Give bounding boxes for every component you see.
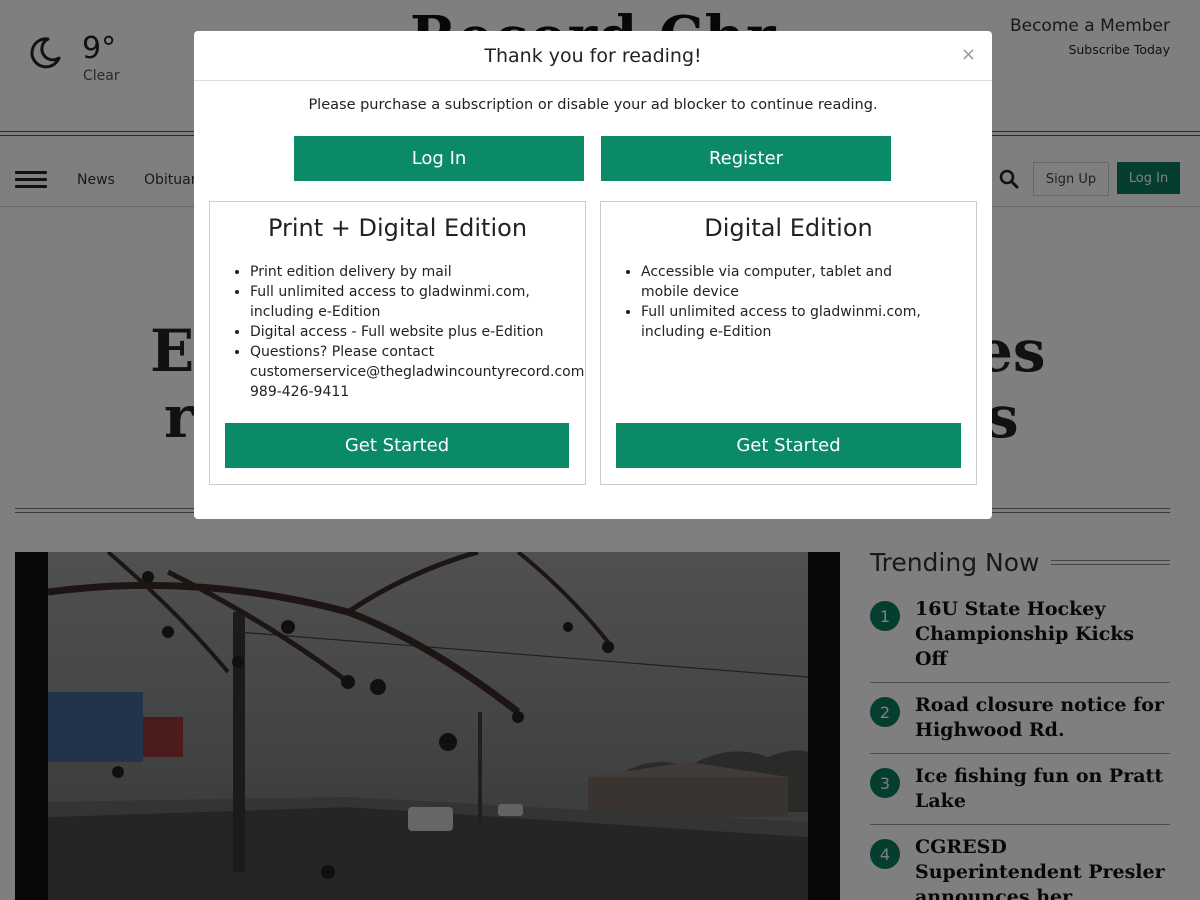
- register-button[interactable]: Register: [601, 136, 891, 181]
- plan-features: Accessible via computer, tablet and mobi…: [601, 262, 941, 342]
- log-in-button[interactable]: Log In: [294, 136, 584, 181]
- plan-digital: Digital Edition Accessible via computer,…: [600, 201, 977, 485]
- plan-feature: Accessible via computer, tablet and mobi…: [641, 262, 941, 302]
- subscription-modal: Thank you for reading! × Please purchase…: [194, 31, 992, 519]
- modal-title: Thank you for reading!: [194, 31, 992, 81]
- modal-message: Please purchase a subscription or disabl…: [308, 97, 878, 113]
- plan-feature: Digital access - Full website plus e-Edi…: [250, 322, 585, 342]
- plan-feature: Print edition delivery by mail: [250, 262, 585, 282]
- get-started-button[interactable]: Get Started: [225, 423, 569, 468]
- plan-title: Digital Edition: [704, 214, 873, 242]
- plan-feature: Full unlimited access to gladwinmi.com, …: [641, 302, 941, 342]
- plan-feature: Full unlimited access to gladwinmi.com, …: [250, 282, 540, 322]
- plan-features: Print edition delivery by mail Full unli…: [210, 262, 585, 402]
- plan-print-digital: Print + Digital Edition Print edition de…: [209, 201, 586, 485]
- plan-feature: Questions? Please contact customerservic…: [250, 342, 585, 402]
- plan-title: Print + Digital Edition: [267, 214, 528, 242]
- get-started-button[interactable]: Get Started: [616, 423, 961, 468]
- page: 9° Clear Record Chr Become a Member Subs…: [0, 0, 1200, 900]
- close-icon[interactable]: ×: [961, 44, 976, 65]
